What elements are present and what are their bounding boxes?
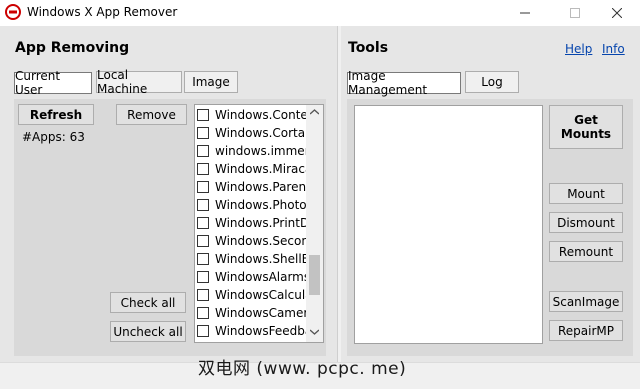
app-name: Windows.ContentDeliveryManager bbox=[215, 108, 306, 122]
app-name: windows.immersivecontrolpanel bbox=[215, 144, 306, 158]
help-link[interactable]: Help bbox=[565, 42, 592, 56]
app-list-item[interactable]: Windows.Cortana bbox=[197, 124, 306, 142]
app-list-item[interactable]: WindowsAlarms bbox=[197, 268, 306, 286]
app-name: Windows.Photos bbox=[215, 198, 306, 212]
app-checkbox[interactable] bbox=[197, 271, 209, 283]
app-checkbox[interactable] bbox=[197, 199, 209, 211]
app-list-item[interactable]: Windows.MiracastView bbox=[197, 160, 306, 178]
app-removing-pane: App Removing Current User Local Machine … bbox=[0, 26, 337, 362]
app-checkbox[interactable] bbox=[197, 181, 209, 193]
app-name: WindowsCalculator bbox=[215, 288, 306, 302]
app-name: Windows.PrintDialog bbox=[215, 216, 306, 230]
app-list-item[interactable]: Windows.ParentalControls bbox=[197, 178, 306, 196]
mounts-list[interactable] bbox=[354, 105, 543, 344]
app-checkbox[interactable] bbox=[197, 109, 209, 121]
uncheck-all-button[interactable]: Uncheck all bbox=[110, 321, 186, 342]
app-name: Windows.Cortana bbox=[215, 126, 306, 140]
refresh-button[interactable]: Refresh bbox=[18, 104, 94, 125]
tab-image[interactable]: Image bbox=[184, 71, 238, 93]
app-name: WindowsFeedbackHub bbox=[215, 324, 306, 338]
watermark-text: 双电网 (www. pcpc. me) bbox=[198, 359, 407, 379]
maximize-icon bbox=[570, 8, 580, 18]
app-checkbox[interactable] bbox=[197, 127, 209, 139]
check-all-button[interactable]: Check all bbox=[110, 292, 186, 313]
app-name: WindowsAlarms bbox=[215, 270, 306, 284]
apps-checklist-items: Windows.ContentDeliveryManager Windows.Co… bbox=[195, 105, 306, 342]
remount-button[interactable]: Remount bbox=[549, 241, 623, 262]
app-list-item[interactable]: WindowsCalculator bbox=[197, 286, 306, 304]
get-mounts-button[interactable]: Get Mounts bbox=[549, 105, 623, 149]
app-checkbox[interactable] bbox=[197, 163, 209, 175]
tools-pane: Tools Help Info Image Management Log Get… bbox=[341, 26, 640, 362]
tools-heading: Tools bbox=[348, 40, 389, 56]
dismount-button[interactable]: Dismount bbox=[549, 212, 623, 233]
app-name: Windows.ShellExperienceHost bbox=[215, 252, 306, 266]
scroll-up-icon[interactable] bbox=[310, 109, 319, 115]
remove-button[interactable]: Remove bbox=[116, 104, 187, 125]
tab-log[interactable]: Log bbox=[465, 71, 519, 93]
close-button[interactable] bbox=[594, 0, 640, 26]
maximize-button[interactable] bbox=[552, 0, 598, 26]
close-icon bbox=[612, 8, 622, 18]
scroll-down-icon[interactable] bbox=[310, 329, 319, 335]
app-name: Windows.SecondaryTileExperience bbox=[215, 234, 306, 248]
app-list-item[interactable]: Windows.ShellExperienceHost bbox=[197, 250, 306, 268]
app-list-item[interactable]: Windows.Photos bbox=[197, 196, 306, 214]
info-link[interactable]: Info bbox=[602, 42, 625, 56]
app-checkbox[interactable] bbox=[197, 325, 209, 337]
app-name: Windows.ParentalControls bbox=[215, 180, 306, 194]
apps-checklist: Windows.ContentDeliveryManager Windows.Co… bbox=[194, 104, 324, 343]
apps-scrollbar[interactable] bbox=[306, 105, 323, 342]
scanimage-button[interactable]: ScanImage bbox=[549, 291, 623, 312]
app-checkbox[interactable] bbox=[197, 289, 209, 301]
mount-button[interactable]: Mount bbox=[549, 183, 623, 204]
app-icon bbox=[5, 4, 21, 20]
app-list-item[interactable]: Windows.PrintDialog bbox=[197, 214, 306, 232]
tab-local-machine[interactable]: Local Machine bbox=[96, 68, 182, 96]
app-checkbox[interactable] bbox=[197, 217, 209, 229]
app-name: Windows.MiracastView bbox=[215, 162, 306, 176]
app-list-item[interactable]: windows.immersivecontrolpanel bbox=[197, 142, 306, 160]
window-title: Windows X App Remover bbox=[27, 5, 178, 19]
current-user-panel: Refresh Remove #Apps: 63 Check all Unche… bbox=[14, 99, 326, 356]
app-list-item[interactable]: Windows.ContentDeliveryManager bbox=[197, 106, 306, 124]
app-checkbox[interactable] bbox=[197, 253, 209, 265]
app-list-item[interactable]: WindowsCamera bbox=[197, 304, 306, 322]
tab-current-user[interactable]: Current User bbox=[14, 69, 92, 97]
minimize-icon bbox=[520, 12, 530, 14]
app-checkbox[interactable] bbox=[197, 235, 209, 247]
repairmp-button[interactable]: RepairMP bbox=[549, 320, 623, 341]
app-checkbox[interactable] bbox=[197, 145, 209, 157]
image-management-panel: Get Mounts Mount Dismount Remount ScanIm… bbox=[347, 99, 633, 356]
minimize-button[interactable] bbox=[502, 0, 548, 26]
app-checkbox[interactable] bbox=[197, 307, 209, 319]
app-list-item[interactable]: Windows.SecondaryTileExperience bbox=[197, 232, 306, 250]
app-list-item[interactable]: WindowsFeedbackHub bbox=[197, 322, 306, 340]
title-bar: Windows X App Remover bbox=[0, 0, 640, 26]
tab-image-management[interactable]: Image Management bbox=[347, 69, 461, 97]
app-name: WindowsCamera bbox=[215, 306, 306, 320]
app-removing-heading: App Removing bbox=[15, 40, 130, 56]
scroll-thumb[interactable] bbox=[309, 255, 320, 295]
apps-count: #Apps: 63 bbox=[22, 130, 85, 144]
